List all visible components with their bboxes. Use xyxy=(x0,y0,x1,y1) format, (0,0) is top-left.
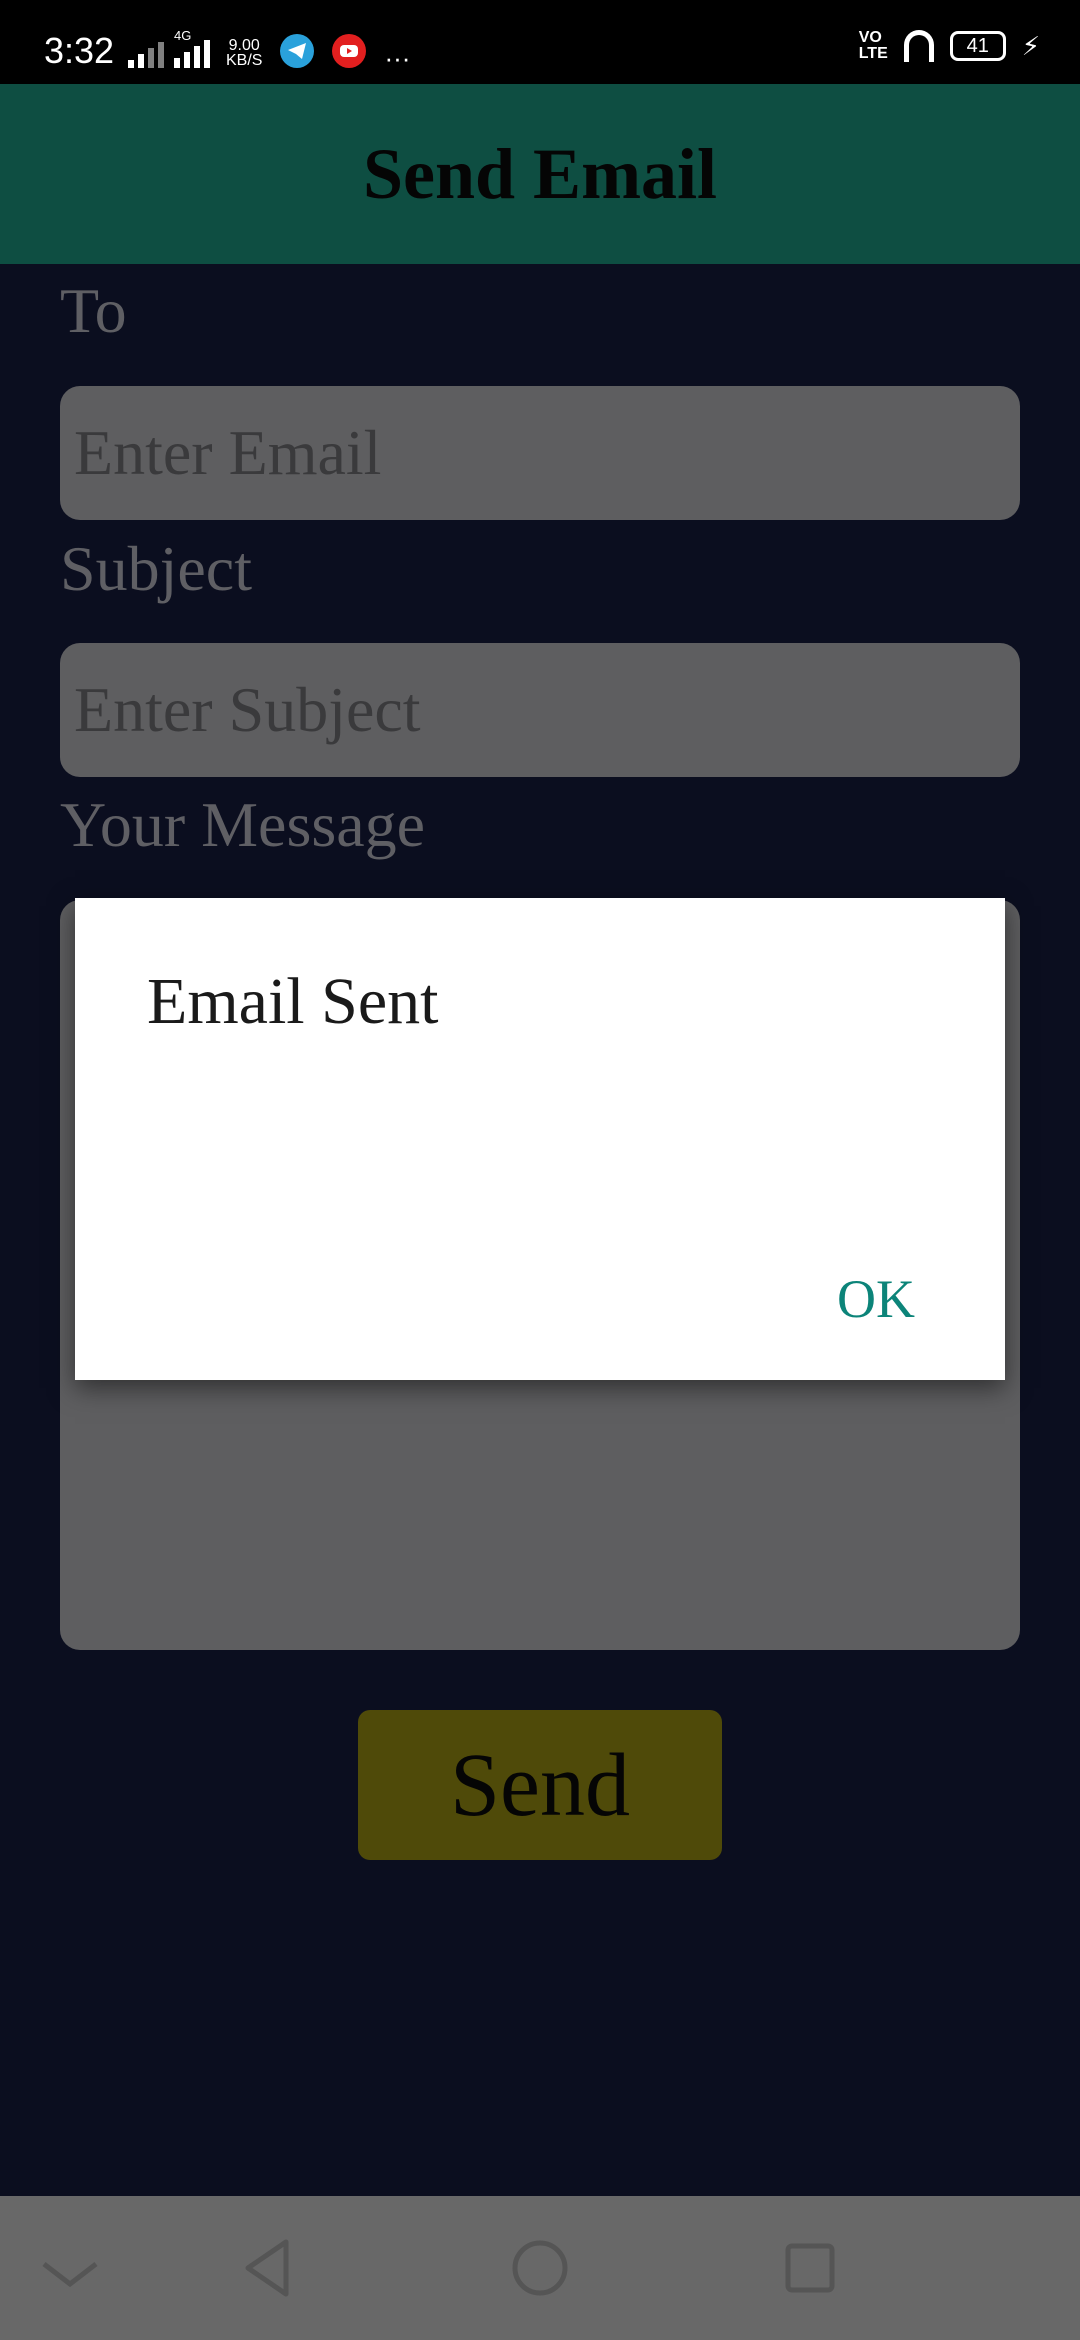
page-title: Send Email xyxy=(362,134,718,214)
network-type: 4G xyxy=(174,28,192,43)
headset-icon xyxy=(903,30,934,62)
volte-icon: VO LTE xyxy=(859,30,888,62)
youtube-icon xyxy=(332,34,367,68)
chevron-down-icon[interactable] xyxy=(38,2240,102,2304)
home-icon[interactable] xyxy=(508,2236,572,2300)
ok-button[interactable]: OK xyxy=(837,1268,915,1330)
email-field[interactable]: Enter Email xyxy=(60,386,1020,520)
recents-icon[interactable] xyxy=(778,2236,842,2300)
telegram-icon xyxy=(280,34,315,68)
net-speed-value: 9.00 xyxy=(228,37,260,54)
to-label: To xyxy=(60,275,127,346)
subject-label: Subject xyxy=(60,533,252,604)
net-speed-unit: KB/S xyxy=(226,52,263,69)
message-label: Your Message xyxy=(60,789,426,860)
status-left-icons: 4G 9.00 KB/S ··· xyxy=(128,28,411,73)
signal-icon xyxy=(128,38,164,68)
more-notifications-icon: ··· xyxy=(384,43,411,73)
dialog-title: Email Sent xyxy=(147,965,439,1038)
email-sent-dialog: Email Sent OK xyxy=(75,898,1005,1380)
battery-icon: 41 xyxy=(949,31,1006,61)
send-button[interactable]: Send xyxy=(358,1710,722,1860)
net-speed: 9.00 KB/S xyxy=(226,37,263,69)
battery-level: 41 xyxy=(966,35,989,57)
status-bar: 3:32 4G 9.00 KB/S ··· VO LTE 41 ⚡ xyxy=(0,0,1080,84)
signal-icon-2: 4G xyxy=(174,28,210,68)
charging-icon: ⚡ xyxy=(1021,30,1040,61)
navigation-bar xyxy=(0,2196,1080,2340)
back-icon[interactable] xyxy=(236,2236,300,2300)
app-bar: Send Email xyxy=(0,84,1080,264)
volte-bottom: LTE xyxy=(858,45,888,62)
status-right-icons: VO LTE 41 ⚡ xyxy=(859,30,1040,62)
volte-top: VO xyxy=(858,29,882,46)
status-time: 3:32 xyxy=(44,30,115,71)
subject-field[interactable]: Enter Subject xyxy=(60,643,1020,777)
